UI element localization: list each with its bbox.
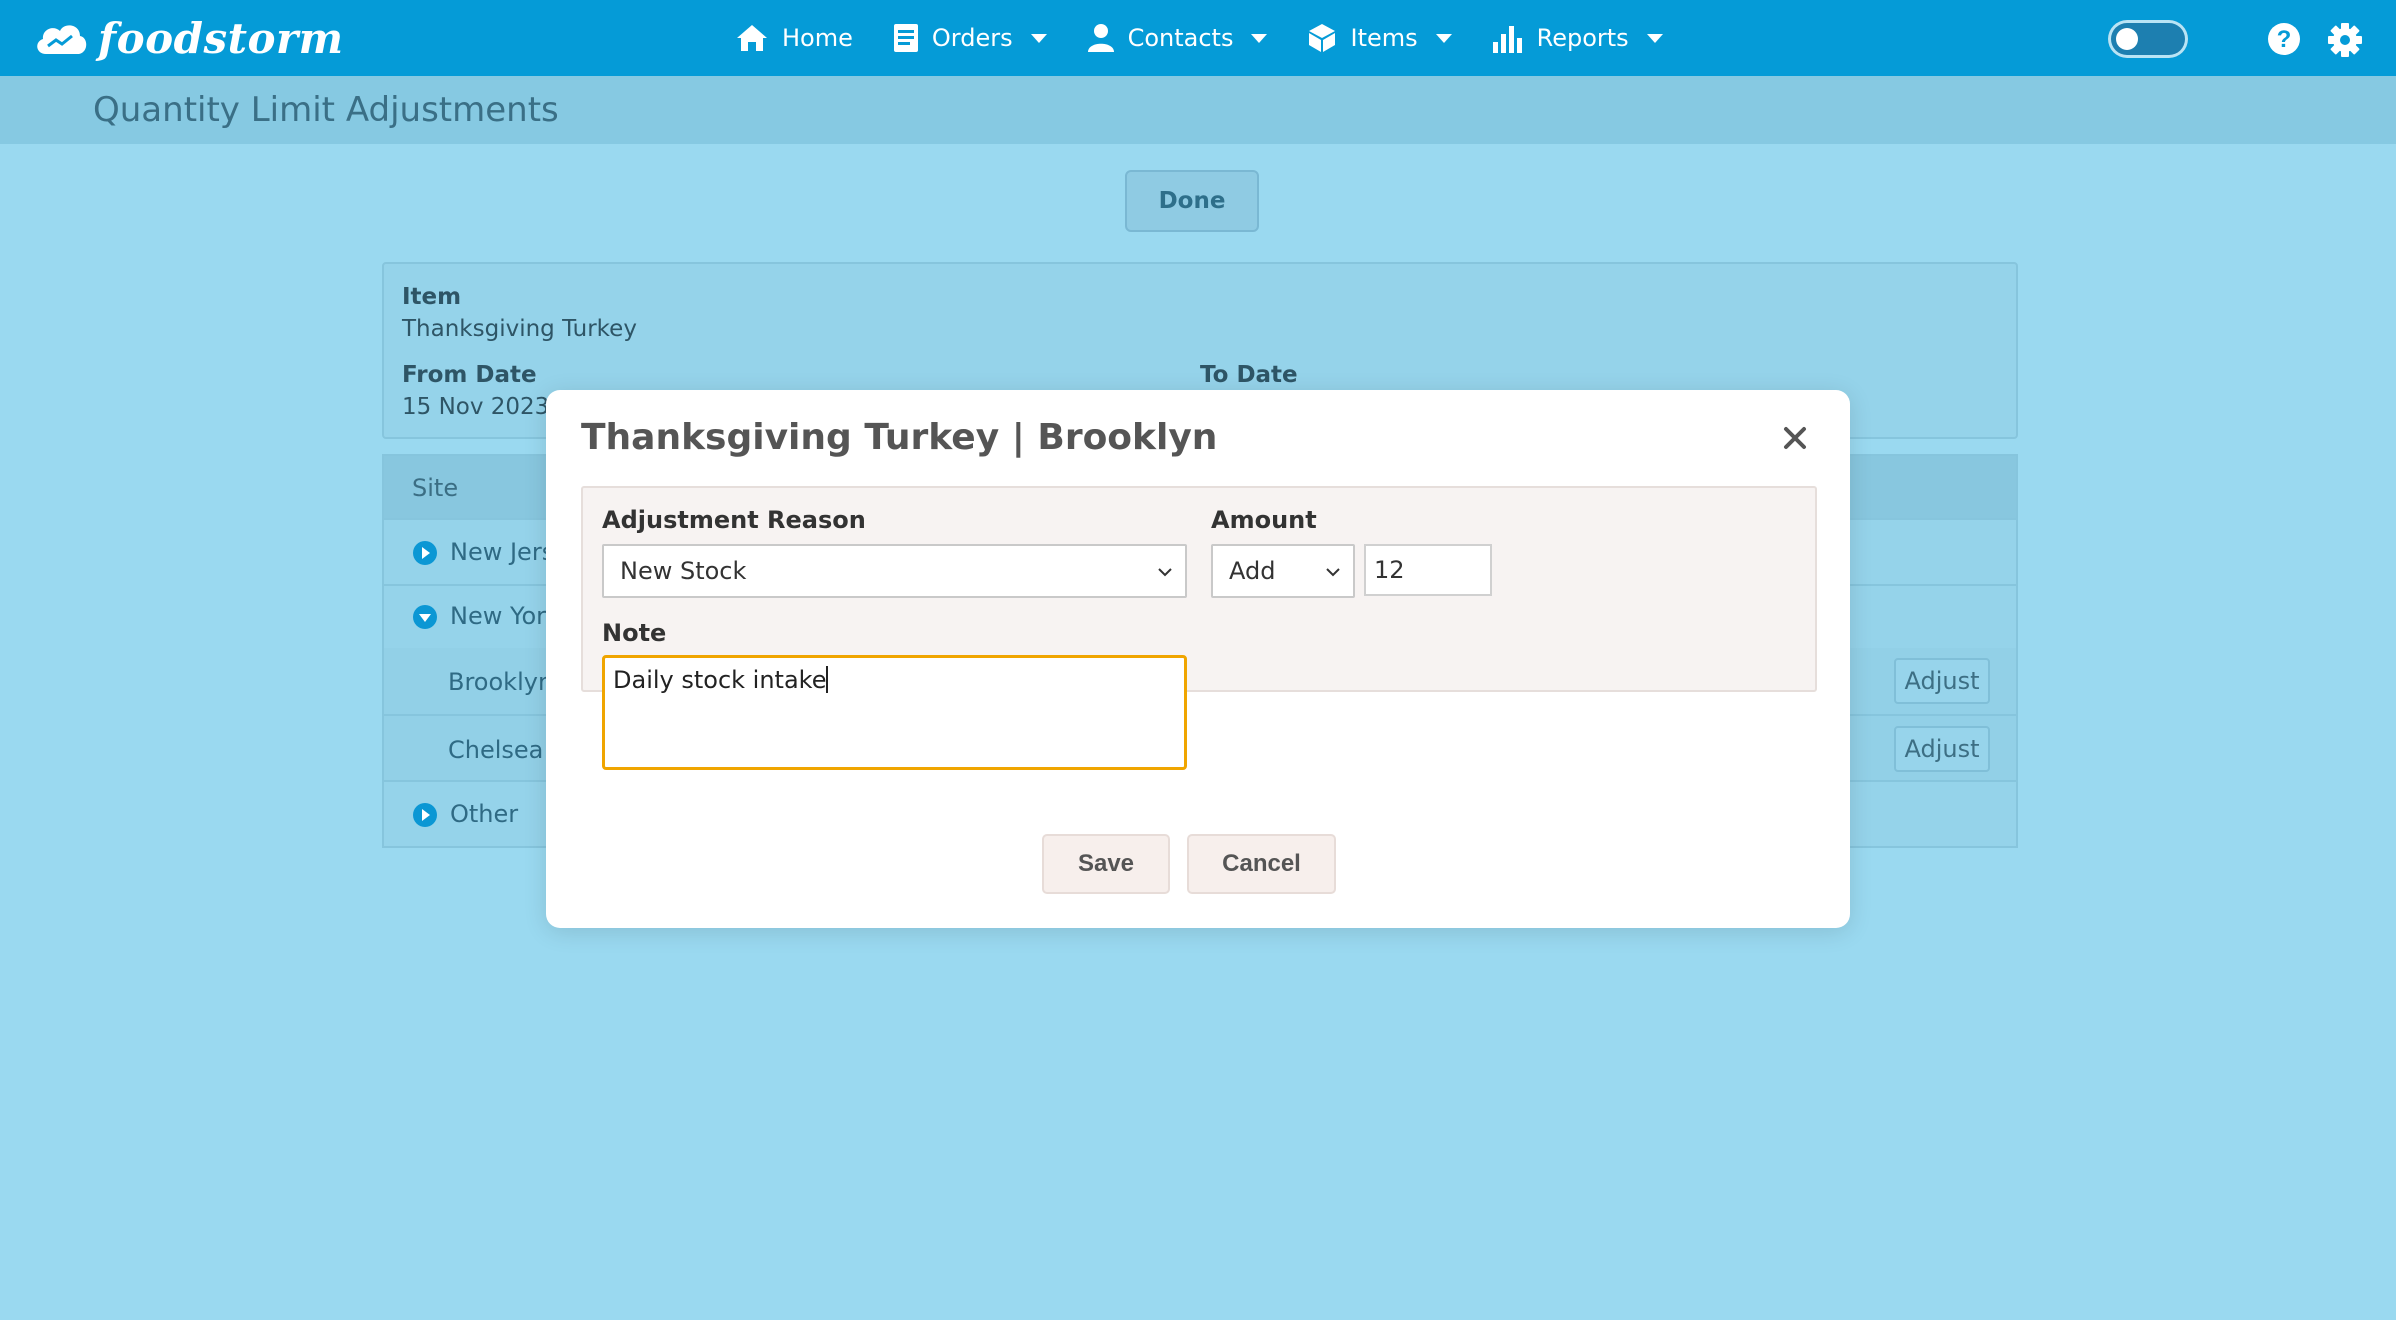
site-group-label: Other [450, 800, 519, 828]
from-date-label: From Date [402, 362, 537, 388]
orders-icon [893, 24, 918, 52]
collapse-down-icon[interactable] [412, 604, 438, 630]
nav-reports[interactable]: Reports [1492, 22, 1663, 54]
nav-items[interactable]: Items [1307, 23, 1452, 53]
chevron-down-icon [1158, 568, 1172, 577]
amount-input[interactable]: 12 [1364, 544, 1492, 596]
modal-title: Thanksgiving Turkey | Brooklyn [581, 417, 1218, 458]
cloud-logo-icon [37, 25, 87, 54]
adjustment-reason-label: Adjustment Reason [602, 506, 866, 534]
cancel-button[interactable]: Cancel [1187, 834, 1336, 894]
adjustment-modal: Thanksgiving Turkey | Brooklyn Adjustmen… [546, 390, 1850, 928]
page-title: Quantity Limit Adjustments [93, 90, 559, 130]
amount-operation-value: Add [1229, 557, 1276, 585]
nav-contacts[interactable]: Contacts [1087, 23, 1268, 53]
help-icon[interactable]: ? [2267, 22, 2301, 56]
text-cursor [826, 666, 829, 693]
note-value: Daily stock intake [613, 666, 827, 694]
nav-home-label: Home [782, 24, 853, 52]
logo-text: foodstorm [98, 13, 344, 63]
chevron-down-icon [1326, 568, 1340, 577]
site-label: Brooklyn [448, 668, 554, 696]
note-textarea[interactable]: Daily stock intake [602, 655, 1187, 770]
save-button[interactable]: Save [1042, 834, 1170, 894]
nav-reports-label: Reports [1536, 24, 1629, 52]
nav-home[interactable]: Home [735, 23, 853, 53]
item-label: Item [402, 284, 462, 310]
chevron-down-icon [1646, 33, 1663, 43]
chevron-down-icon [1251, 33, 1268, 43]
to-date-label: To Date [1200, 362, 1298, 388]
adjust-button[interactable]: Adjust [1894, 726, 1990, 772]
nav-orders-label: Orders [931, 24, 1013, 52]
amount-value: 12 [1374, 556, 1405, 584]
site-group-label: New York [450, 602, 560, 630]
main-nav: Home Orders Contacts Items Reports [735, 0, 1703, 76]
done-button[interactable]: Done [1125, 170, 1259, 232]
foodstorm-logo[interactable]: foodstorm [32, 12, 344, 64]
mode-toggle[interactable] [2108, 20, 2188, 58]
nav-contacts-label: Contacts [1127, 24, 1234, 52]
nav-orders[interactable]: Orders [893, 23, 1047, 53]
page-header: Quantity Limit Adjustments [0, 76, 2396, 144]
expand-right-icon[interactable] [412, 802, 438, 828]
from-date-value: 15 Nov 2023 [402, 394, 550, 420]
site-group-label: New Jers [450, 538, 555, 566]
svg-text:?: ? [2277, 26, 2292, 53]
gear-icon[interactable] [2327, 22, 2363, 58]
site-label: Chelsea [448, 736, 544, 764]
contacts-icon [1087, 24, 1114, 52]
amount-label: Amount [1211, 506, 1317, 534]
items-icon [1309, 24, 1336, 52]
amount-operation-select[interactable]: Add [1211, 544, 1355, 598]
home-icon [737, 25, 767, 51]
adjust-button[interactable]: Adjust [1894, 658, 1990, 704]
reports-icon [1492, 26, 1522, 53]
item-value: Thanksgiving Turkey [402, 316, 637, 342]
chevron-down-icon [1435, 33, 1452, 43]
adjustment-form: Adjustment Reason New Stock Amount Add 1… [581, 486, 1817, 770]
nav-items-label: Items [1350, 24, 1418, 52]
adjustment-reason-value: New Stock [620, 557, 747, 585]
site-column-header: Site [412, 474, 459, 502]
adjustment-reason-select[interactable]: New Stock [602, 544, 1187, 598]
close-icon[interactable] [1783, 426, 1807, 450]
chevron-down-icon [1030, 33, 1047, 43]
expand-right-icon[interactable] [412, 540, 438, 566]
top-navbar: foodstorm Home Orders Contacts Items Rep… [0, 0, 2396, 76]
toggle-knob [2116, 28, 2138, 50]
note-label: Note [602, 619, 667, 647]
